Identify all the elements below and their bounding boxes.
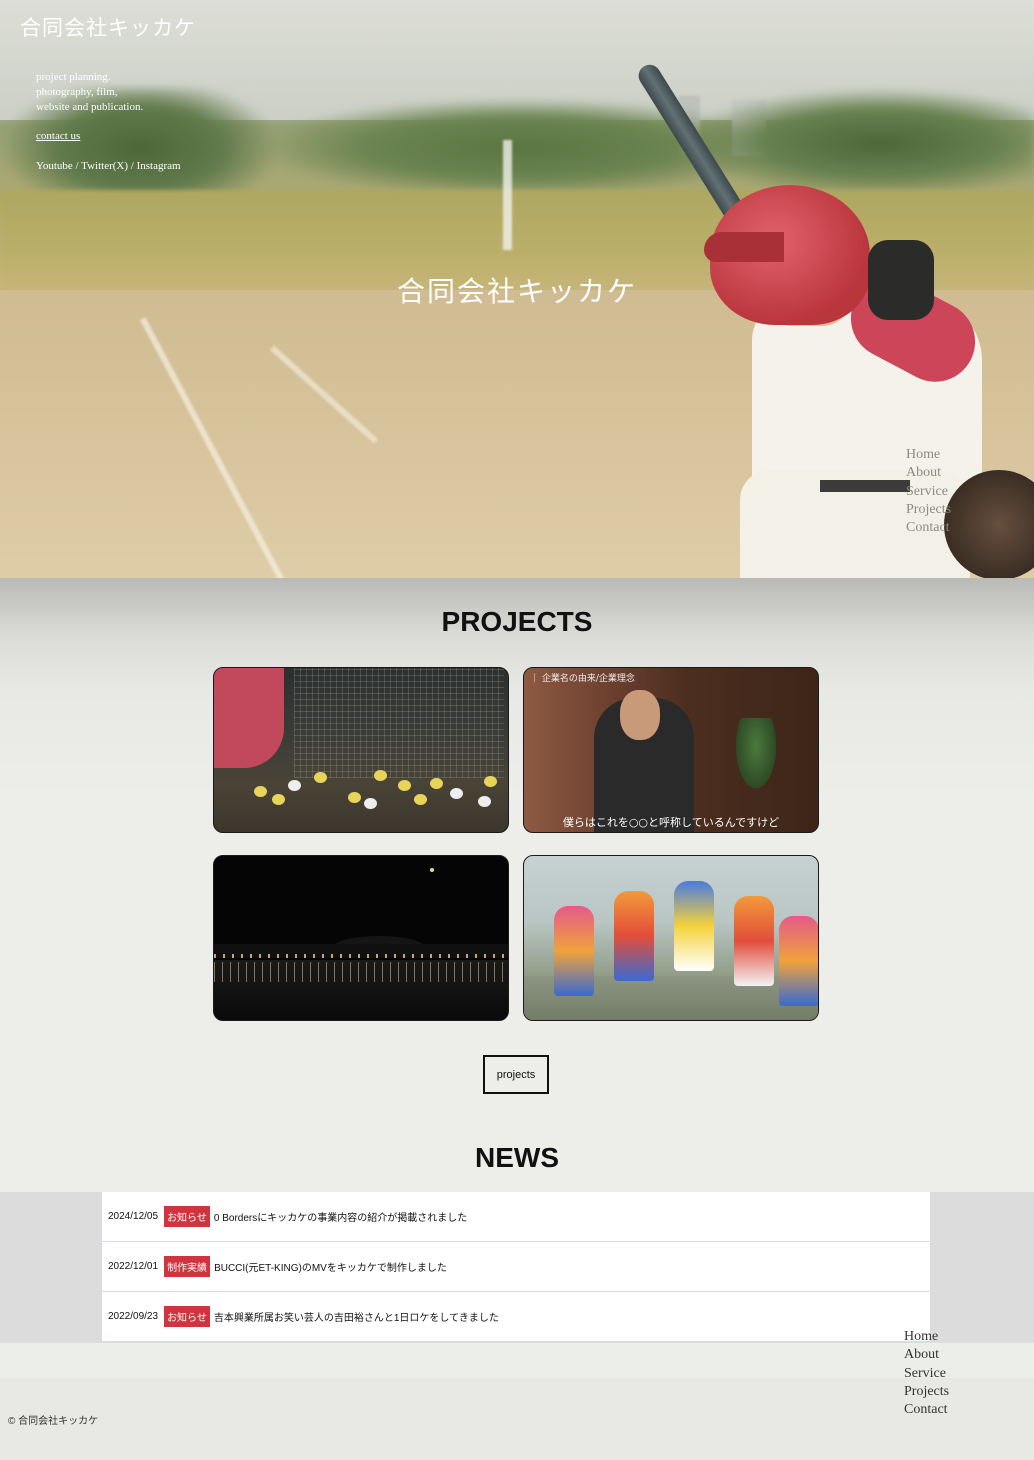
news-tag: 制作実績 <box>164 1256 211 1277</box>
project-card-yosakoi-dance[interactable] <box>523 855 819 1021</box>
footer-nav: Home About Service Projects Contact <box>904 1328 949 1419</box>
nav-item-contact[interactable]: Contact <box>906 519 951 537</box>
news-tag: お知らせ <box>164 1306 210 1327</box>
project-card-interview[interactable]: ｜ 企業名の由来/企業理念 僕らはこれを○○と呼称しているんですけど <box>523 667 819 833</box>
hero-nav-clip: Home About Service Projects Contact <box>0 0 1034 578</box>
light-reflection <box>214 962 508 982</box>
ball <box>414 794 427 805</box>
news-text: 吉本興業所属お笑い芸人の吉田裕さんと1日ロケをしてきました <box>213 1313 499 1324</box>
player-arm <box>214 668 284 768</box>
ball <box>314 772 327 783</box>
news-date: 2022/09/23 <box>108 1311 159 1322</box>
dancer <box>614 891 654 981</box>
moon <box>430 868 434 872</box>
news-title: NEWS <box>475 1142 559 1173</box>
news-text: BUCCI(元ET-KING)のMVをキッカケで制作しました <box>214 1263 447 1274</box>
batting-net <box>294 668 504 778</box>
nav-item-home[interactable]: Home <box>906 446 951 464</box>
plant <box>736 718 776 788</box>
footer-nav-home[interactable]: Home <box>904 1328 949 1346</box>
news-item[interactable]: 2022/12/01 制作実績 BUCCI(元ET-KING)のMVをキッカケで… <box>102 1242 930 1292</box>
project-card-night-castle[interactable] <box>213 855 509 1021</box>
nav-item-about[interactable]: About <box>906 464 951 482</box>
project-card-baseball-practice[interactable] <box>213 667 509 833</box>
footer-nav-contact[interactable]: Contact <box>904 1401 949 1419</box>
ball <box>478 796 491 807</box>
footer-nav-service[interactable]: Service <box>904 1365 949 1383</box>
dancer <box>779 916 818 1006</box>
footer-band <box>0 1343 1034 1378</box>
card-subtitle: 僕らはこれを○○と呼称しているんですけど <box>562 816 780 829</box>
ball <box>364 798 377 809</box>
nav-item-service[interactable]: Service <box>906 483 951 501</box>
news-item[interactable]: 2022/09/23 お知らせ 吉本興業所属お笑い芸人の吉田裕さんと1日ロケをし… <box>102 1292 930 1342</box>
dancer <box>554 906 594 996</box>
copyright: © 合同会社キッカケ <box>8 1416 99 1427</box>
ball <box>484 776 497 787</box>
ball <box>288 780 301 791</box>
projects-button[interactable]: projects <box>483 1055 549 1094</box>
ball <box>374 770 387 781</box>
city-lights <box>214 954 508 958</box>
news-date: 2022/12/01 <box>108 1261 159 1272</box>
news-item[interactable]: 2024/12/05 お知らせ 0 Bordersにキッカケの事業内容の紹介が掲… <box>102 1192 930 1242</box>
news-date: 2024/12/05 <box>108 1211 159 1222</box>
card-label: ｜ 企業名の由来/企業理念 <box>530 674 635 684</box>
ball <box>272 794 285 805</box>
nav-item-projects[interactable]: Projects <box>906 501 951 519</box>
footer-nav-about[interactable]: About <box>904 1346 949 1364</box>
projects-section <box>0 578 1034 1138</box>
ball <box>430 778 443 789</box>
ball <box>348 792 361 803</box>
projects-title: PROJECTS <box>441 606 593 637</box>
interviewee-head <box>620 690 660 740</box>
footer <box>0 1378 1034 1460</box>
news-tag: お知らせ <box>164 1206 210 1227</box>
ball <box>450 788 463 799</box>
hero-nav: Home About Service Projects Contact <box>906 446 951 537</box>
news-list: 2024/12/05 お知らせ 0 Bordersにキッカケの事業内容の紹介が掲… <box>102 1192 930 1342</box>
footer-nav-projects[interactable]: Projects <box>904 1383 949 1401</box>
ball <box>254 786 267 797</box>
news-text: 0 Bordersにキッカケの事業内容の紹介が掲載されました <box>213 1213 468 1224</box>
ball <box>398 780 411 791</box>
dancer <box>734 896 774 986</box>
dancer <box>674 881 714 971</box>
